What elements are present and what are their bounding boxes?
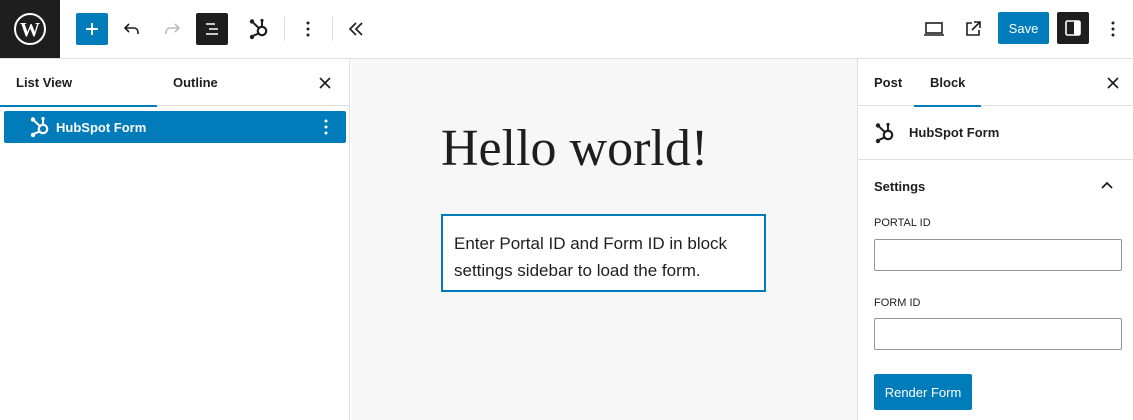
more-vertical-icon bbox=[324, 119, 328, 135]
form-id-label: FORM ID bbox=[874, 297, 921, 309]
post-title[interactable]: Hello world! bbox=[441, 119, 708, 178]
close-list-view-button[interactable] bbox=[313, 71, 337, 95]
external-link-icon bbox=[966, 21, 981, 36]
view-post-button[interactable] bbox=[957, 13, 989, 45]
more-tools-button[interactable] bbox=[292, 13, 324, 45]
add-block-button[interactable] bbox=[76, 13, 108, 45]
redo-button[interactable] bbox=[156, 13, 188, 45]
close-settings-button[interactable] bbox=[1101, 71, 1125, 95]
hubspot-form-block[interactable]: Enter Portal ID and Form ID in block set… bbox=[441, 214, 766, 292]
sidebar-tabs: Post Block bbox=[858, 59, 1133, 107]
toolbar-divider bbox=[284, 17, 285, 41]
chevron-up-icon bbox=[1095, 174, 1119, 198]
preview-button[interactable] bbox=[918, 13, 950, 45]
tab-list-view[interactable]: List View bbox=[0, 59, 157, 107]
sidebar-toggle-icon bbox=[1065, 20, 1081, 36]
settings-toggle-button[interactable] bbox=[1057, 12, 1089, 44]
block-card-title: HubSpot Form bbox=[909, 125, 1000, 140]
hubspot-icon bbox=[28, 115, 52, 139]
settings-panel-title: Settings bbox=[874, 178, 926, 194]
close-icon bbox=[1107, 77, 1119, 89]
wordpress-logo-icon: W bbox=[14, 13, 46, 45]
list-view-button[interactable] bbox=[196, 13, 228, 45]
list-item-label: HubSpot Form bbox=[56, 119, 147, 135]
tab-outline[interactable]: Outline bbox=[157, 59, 307, 106]
portal-id-label: PORTAL ID bbox=[874, 217, 931, 229]
list-view-panel: List View Outline HubSpot Form bbox=[0, 59, 350, 420]
block-card: HubSpot Form bbox=[858, 106, 1133, 160]
more-vertical-icon bbox=[1111, 21, 1115, 37]
collapse-button[interactable] bbox=[340, 13, 372, 45]
close-icon bbox=[319, 77, 331, 89]
undo-icon bbox=[123, 23, 139, 34]
more-vertical-icon bbox=[306, 21, 310, 37]
hubspot-button[interactable] bbox=[243, 13, 275, 45]
list-item-options-button[interactable] bbox=[314, 115, 338, 139]
form-id-field[interactable] bbox=[874, 318, 1122, 350]
chevron-double-left-icon bbox=[348, 22, 363, 36]
list-view-tabs: List View Outline bbox=[0, 59, 349, 107]
settings-panel-toggle[interactable]: Settings bbox=[858, 160, 1133, 212]
tab-block[interactable]: Block bbox=[914, 59, 982, 107]
render-form-button[interactable]: Render Form bbox=[874, 374, 972, 410]
editor-toolbar: W Save bbox=[0, 0, 1133, 59]
options-button[interactable] bbox=[1097, 13, 1129, 45]
list-view-icon bbox=[206, 23, 218, 35]
desktop-preview-icon bbox=[924, 22, 944, 36]
hubspot-icon bbox=[249, 18, 268, 40]
save-button[interactable]: Save bbox=[998, 12, 1049, 44]
tab-post[interactable]: Post bbox=[858, 59, 918, 106]
list-item-hubspot-form[interactable]: HubSpot Form bbox=[4, 111, 346, 143]
undo-button[interactable] bbox=[116, 13, 148, 45]
portal-id-field[interactable] bbox=[874, 239, 1122, 271]
svg-text:W: W bbox=[20, 19, 40, 41]
settings-sidebar: Post Block HubSpot Form Settings PORTAL … bbox=[857, 59, 1133, 420]
toolbar-divider bbox=[332, 17, 333, 41]
editor-canvas: Hello world! Enter Portal ID and Form ID… bbox=[351, 59, 857, 420]
wordpress-logo-button[interactable]: W bbox=[0, 0, 60, 58]
hubspot-icon bbox=[873, 121, 897, 145]
redo-icon bbox=[165, 23, 181, 34]
plus-icon bbox=[86, 23, 98, 35]
